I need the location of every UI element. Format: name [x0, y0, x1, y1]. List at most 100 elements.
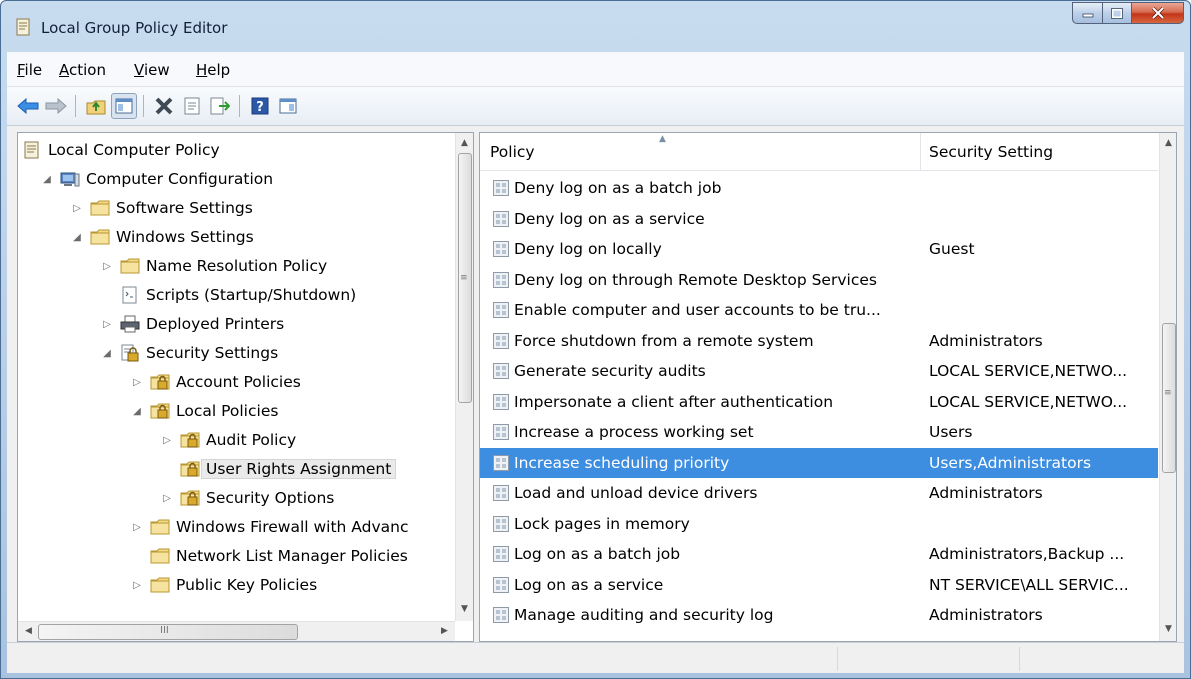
scroll-up-arrow-icon[interactable]: ▲ — [456, 135, 473, 152]
expanded-arrow-icon[interactable]: ◢ — [40, 174, 54, 185]
security-setting-value: Administrators — [929, 484, 1043, 502]
tree-item[interactable]: ▷ Audit Policy — [160, 427, 296, 453]
forward-button[interactable] — [43, 93, 69, 119]
list-row[interactable]: Enable computer and user accounts to be … — [480, 295, 1158, 325]
list-vertical-scrollbar[interactable]: ▲ ≡ ▼ — [1159, 133, 1176, 641]
scroll-down-arrow-icon[interactable]: ▼ — [456, 601, 473, 618]
delete-button[interactable] — [151, 93, 177, 119]
list-row[interactable]: Log on as a batch job Administrators,Back… — [480, 539, 1158, 569]
up-one-level-button[interactable] — [83, 93, 109, 119]
list-row[interactable]: Deny log on through Remote Desktop Servi… — [480, 265, 1158, 295]
policy-name: Force shutdown from a remote system — [514, 331, 814, 350]
tree-item[interactable]: ◢ Local Policies — [130, 398, 278, 424]
up-folder-icon — [86, 100, 106, 115]
column-header-security-setting[interactable]: Security Setting — [929, 133, 1149, 170]
tree-item[interactable]: ◢ Security Settings — [100, 340, 278, 366]
policy-setting-icon — [493, 515, 509, 532]
scroll-left-arrow-icon[interactable]: ◀ — [20, 623, 37, 640]
scroll-grip-icon: ≡ — [460, 273, 468, 283]
expanded-arrow-icon[interactable]: ◢ — [100, 348, 114, 359]
scroll-thumb[interactable] — [1162, 323, 1176, 473]
list-row[interactable]: Force shutdown from a remote system Admin… — [480, 326, 1158, 356]
tree-item[interactable]: User Rights Assignment — [160, 456, 397, 482]
properties-button[interactable] — [179, 93, 205, 119]
scroll-down-arrow-icon[interactable]: ▼ — [1160, 621, 1176, 638]
tree-item[interactable]: Network List Manager Policies — [130, 543, 408, 569]
menu-help[interactable]: Help — [196, 61, 230, 79]
toolbar: ? — [7, 87, 1184, 126]
security-setting-value: Users,Administrators — [929, 453, 1092, 472]
collapsed-arrow-icon[interactable]: ▷ — [70, 203, 84, 214]
policy-setting-icon — [493, 424, 509, 440]
close-button[interactable] — [1132, 2, 1184, 24]
toolbar-separator — [143, 95, 144, 117]
security-setting-value: Users — [929, 423, 973, 441]
show-hide-tree-button[interactable] — [111, 93, 137, 119]
collapsed-arrow-icon[interactable]: ▷ — [100, 319, 114, 330]
tree-item[interactable]: ▷ Deployed Printers — [100, 311, 284, 337]
policy-document-icon — [16, 18, 30, 36]
tree-item[interactable]: ◢ Windows Settings — [70, 224, 254, 250]
menu-file[interactable]: File — [17, 61, 42, 79]
list-row[interactable]: Deny log on as a service — [480, 204, 1158, 234]
security-settings-icon — [120, 344, 140, 362]
tree-item-label: Network List Manager Policies — [176, 547, 408, 565]
security-setting-value: NT SERVICE\ALL SERVIC... — [929, 575, 1129, 594]
collapsed-arrow-icon[interactable]: ▷ — [160, 435, 174, 446]
folder-icon — [90, 228, 110, 246]
list-row[interactable]: Load and unload device drivers Administra… — [480, 478, 1158, 508]
window-title: Local Group Policy Editor — [41, 19, 228, 37]
list-row[interactable]: Increase a process working set Users — [480, 417, 1158, 447]
computer-icon — [60, 170, 80, 188]
policy-name: Deny log on as a service — [514, 209, 705, 228]
menu-action[interactable]: Action — [59, 61, 106, 79]
tree-item-label: Computer Configuration — [86, 170, 274, 188]
minimize-button[interactable] — [1072, 2, 1102, 24]
scroll-up-arrow-icon[interactable]: ▲ — [1160, 135, 1176, 152]
tree-item[interactable]: ▷ Windows Firewall with Advanc — [130, 514, 408, 540]
scroll-grip-icon: III — [160, 625, 169, 636]
tree-item[interactable]: ▷ Software Settings — [70, 195, 253, 221]
expanded-arrow-icon[interactable]: ◢ — [70, 232, 84, 243]
column-header-policy[interactable]: Policy — [490, 133, 910, 170]
expanded-arrow-icon[interactable]: ◢ — [130, 406, 144, 417]
tree-item[interactable]: Local Computer Policy — [22, 137, 220, 163]
scroll-right-arrow-icon[interactable]: ▶ — [436, 623, 453, 640]
tree-item[interactable]: ▷ Account Policies — [130, 369, 301, 395]
collapsed-arrow-icon[interactable]: ▷ — [160, 493, 174, 504]
collapsed-arrow-icon[interactable]: ▷ — [130, 377, 144, 388]
export-list-button[interactable] — [207, 93, 233, 119]
column-divider[interactable] — [920, 133, 921, 170]
tree-item[interactable]: ▷ Security Options — [160, 485, 334, 511]
help-button[interactable]: ? — [247, 93, 273, 119]
maximize-button[interactable] — [1102, 2, 1132, 24]
list-row[interactable]: Deny log on as a batch job — [480, 173, 1158, 203]
title-bar[interactable]: Local Group Policy Editor — [1, 1, 1190, 51]
back-button[interactable] — [15, 93, 41, 119]
printer-icon — [120, 315, 140, 333]
status-cell — [837, 647, 1018, 671]
tree-item[interactable]: ▷ Name Resolution Policy — [100, 253, 327, 279]
collapsed-arrow-icon[interactable]: ▷ — [130, 522, 144, 533]
collapsed-arrow-icon[interactable]: ▷ — [130, 580, 144, 591]
tree-item-label: Security Options — [206, 489, 335, 507]
tree-item[interactable]: ◢ Computer Configuration — [40, 166, 273, 192]
collapsed-arrow-icon[interactable]: ▷ — [100, 261, 114, 272]
menu-view[interactable]: View — [134, 61, 170, 79]
list-row[interactable]: Generate security audits LOCAL SERVICE,NE… — [480, 356, 1158, 386]
tree-item[interactable]: Scripts (Startup/Shutdown) — [100, 282, 356, 308]
tree-horizontal-scrollbar[interactable]: ◀ III ▶ — [18, 621, 455, 641]
list-row[interactable]: Manage auditing and security log Administ… — [480, 600, 1158, 630]
toolbar-separator — [75, 95, 76, 117]
list-row[interactable]: Lock pages in memory — [480, 509, 1158, 539]
show-hide-action-pane-button[interactable] — [275, 93, 301, 119]
show-hide-action-pane-icon — [279, 98, 297, 114]
list-row[interactable]: Increase scheduling priority Users,Admini… — [480, 447, 1158, 478]
status-cell — [1019, 647, 1180, 671]
list-row[interactable]: Deny log on locally Guest — [480, 234, 1158, 264]
tree-item[interactable]: ▷ Public Key Policies — [130, 572, 317, 598]
list-row[interactable]: Impersonate a client after authenticatio… — [480, 387, 1158, 417]
list-row[interactable]: Log on as a service NT SERVICE\ALL SERVIC… — [480, 570, 1158, 600]
tree-vertical-scrollbar[interactable]: ▲ ≡ ▼ — [455, 133, 473, 621]
security-folder-icon — [150, 373, 170, 391]
